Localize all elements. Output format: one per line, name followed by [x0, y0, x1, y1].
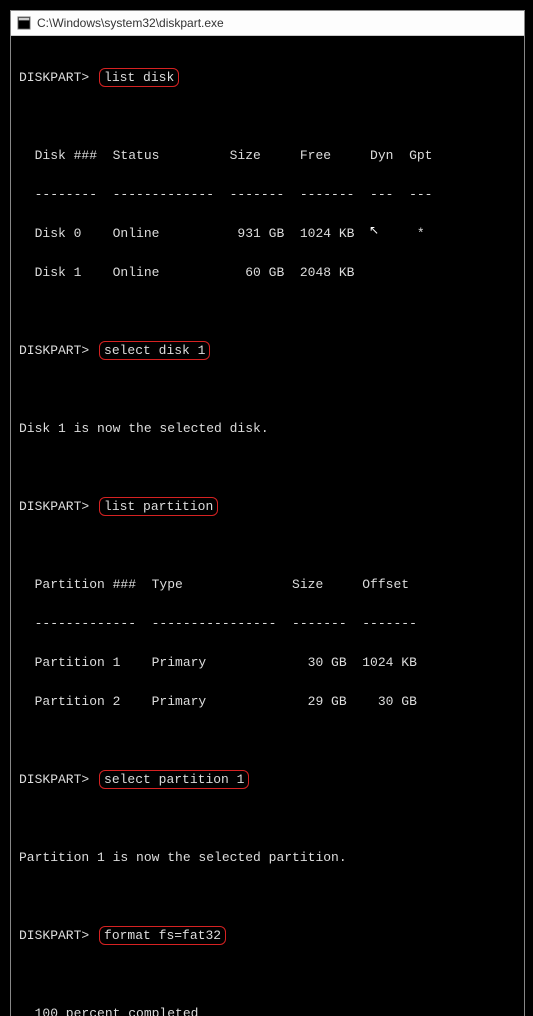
prompt: DISKPART>	[19, 499, 89, 514]
command-select-partition: select partition 1	[99, 770, 249, 790]
command-list-disk: list disk	[99, 68, 179, 88]
disk-table-header: Disk ### Status Size Free Dyn Gpt	[19, 146, 516, 166]
status-message: Disk 1 is now the selected disk.	[19, 419, 516, 439]
disk-table-divider: -------- ------------- ------- ------- -…	[19, 185, 516, 205]
partition-table-header: Partition ### Type Size Offset	[19, 575, 516, 595]
prompt: DISKPART>	[19, 70, 89, 85]
prompt: DISKPART>	[19, 928, 89, 943]
prompt: DISKPART>	[19, 343, 89, 358]
table-row: Partition 1 Primary 30 GB 1024 KB	[19, 653, 516, 673]
progress-text: 100 percent completed	[19, 1004, 516, 1016]
command-format: format fs=fat32	[99, 926, 226, 946]
mouse-cursor-icon: ↖	[369, 222, 377, 234]
terminal-output[interactable]: DISKPART> list disk Disk ### Status Size…	[11, 36, 524, 1016]
titlebar[interactable]: C:\Windows\system32\diskpart.exe	[11, 11, 524, 36]
prompt: DISKPART>	[19, 772, 89, 787]
window-title: C:\Windows\system32\diskpart.exe	[37, 16, 224, 30]
command-list-partition: list partition	[99, 497, 218, 517]
app-icon	[17, 16, 31, 30]
status-message: Partition 1 is now the selected partitio…	[19, 848, 516, 868]
partition-table-divider: ------------- ---------------- ------- -…	[19, 614, 516, 634]
command-select-disk: select disk 1	[99, 341, 210, 361]
window-frame: C:\Windows\system32\diskpart.exe DISKPAR…	[10, 10, 525, 1016]
table-row: Disk 1 Online 60 GB 2048 KB	[19, 263, 516, 283]
table-row: Partition 2 Primary 29 GB 30 GB	[19, 692, 516, 712]
table-row: Disk 0 Online 931 GB 1024 KB *	[19, 224, 516, 244]
